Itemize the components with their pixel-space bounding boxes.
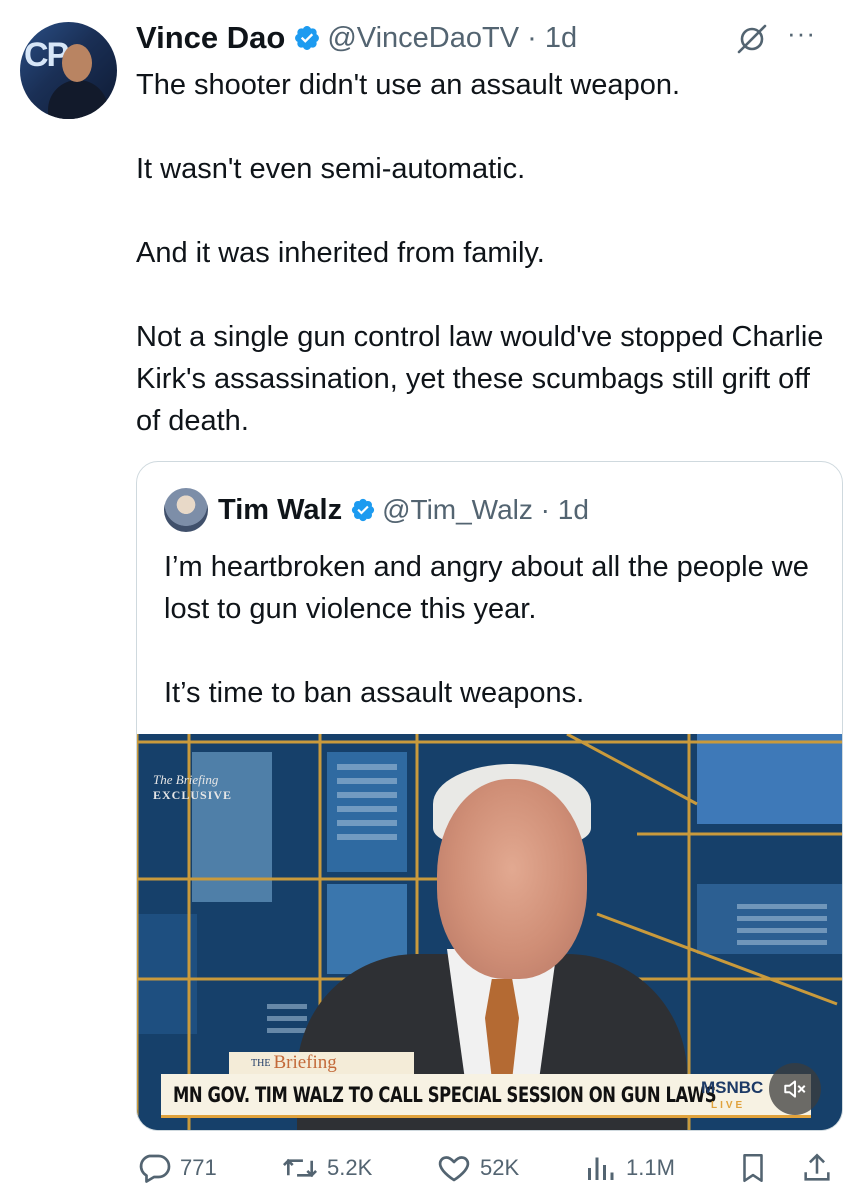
show-name-bar: THE Briefing <box>229 1052 414 1074</box>
news-headline: MN GOV. TIM WALZ TO CALL SPECIAL SESSION… <box>173 1082 717 1107</box>
quote-author-name[interactable]: Tim Walz <box>218 494 342 527</box>
verified-badge-icon <box>351 498 375 522</box>
author-handle-time[interactable]: @VinceDaoTV · 1d <box>327 22 577 55</box>
verified-badge-icon <box>295 26 320 50</box>
reply-count: 771 <box>180 1155 217 1180</box>
views-count: 1.1M <box>626 1155 675 1180</box>
tweet-header: Vince Dao @VinceDaoTV · 1d <box>136 18 577 58</box>
quote-author-avatar[interactable] <box>164 488 208 532</box>
more-options-icon[interactable]: ··· <box>787 18 816 49</box>
like-count: 52K <box>480 1155 520 1180</box>
show-name-prefix: THE <box>251 1057 271 1069</box>
quoted-tweet-card[interactable]: Tim Walz @Tim_Walz · 1d I’m heartbroken … <box>136 461 843 1131</box>
news-lower-third: THE Briefing MN GOV. TIM WALZ TO CALL SP… <box>161 1052 811 1118</box>
tweet-action-bar: 771 5.2K 52K 1.1M <box>136 1146 843 1190</box>
show-name: Briefing <box>273 1052 337 1073</box>
views-chart-icon <box>588 1157 614 1180</box>
bookmark-button[interactable] <box>736 1146 778 1190</box>
share-icon <box>804 1153 830 1181</box>
network-logo: MSNBC <box>701 1078 764 1097</box>
exclusive-tag-label: EXCLUSIVE <box>153 788 233 802</box>
heart-icon <box>438 1156 470 1182</box>
share-button[interactable] <box>800 1146 842 1190</box>
quote-paragraph: It’s time to ban assault weapons. <box>164 677 585 709</box>
author-name[interactable]: Vince Dao <box>136 20 285 56</box>
exclusive-tag-show: The Briefing <box>153 772 219 787</box>
bookmark-icon <box>743 1153 763 1183</box>
repost-count: 5.2K <box>327 1155 373 1180</box>
grok-icon[interactable] <box>735 22 769 56</box>
tweet-paragraph: The shooter didn't use an assault weapon… <box>136 69 681 101</box>
quote-header: Tim Walz @Tim_Walz · 1d <box>164 488 589 532</box>
header-actions: ··· <box>735 18 816 56</box>
exclusive-tag: The Briefing EXCLUSIVE <box>153 772 232 803</box>
quote-author-handle-time[interactable]: @Tim_Walz · 1d <box>382 494 589 526</box>
mute-button[interactable] <box>769 1063 821 1115</box>
avatar-figure-suit <box>48 80 108 119</box>
tweet-paragraph: Not a single gun control law would've st… <box>136 321 824 437</box>
repost-button[interactable]: 5.2K <box>281 1146 372 1190</box>
views-button[interactable]: 1.1M <box>582 1146 675 1190</box>
reply-icon <box>139 1154 171 1183</box>
quote-paragraph: I’m heartbroken and angry about all the … <box>164 551 809 625</box>
repost-icon <box>282 1158 318 1178</box>
reply-button[interactable]: 771 <box>136 1146 217 1190</box>
speaker-muted-icon <box>784 1080 806 1098</box>
tweet-paragraph: And it was inherited from family. <box>136 237 545 269</box>
avatar-figure-face <box>62 44 92 82</box>
quote-text: I’m heartbroken and angry about all the … <box>164 546 824 714</box>
video-person-face <box>437 779 587 979</box>
like-button[interactable]: 52K <box>436 1146 519 1190</box>
avatar-logo-mark: CP <box>24 36 69 74</box>
tweet-text: The shooter didn't use an assault weapon… <box>136 64 836 442</box>
video-player[interactable]: The Briefing EXCLUSIVE THE Briefing MN G… <box>137 734 842 1130</box>
live-badge: LIVE <box>711 1100 746 1111</box>
author-avatar[interactable]: CP <box>20 22 117 119</box>
tweet-paragraph: It wasn't even semi-automatic. <box>136 153 526 185</box>
